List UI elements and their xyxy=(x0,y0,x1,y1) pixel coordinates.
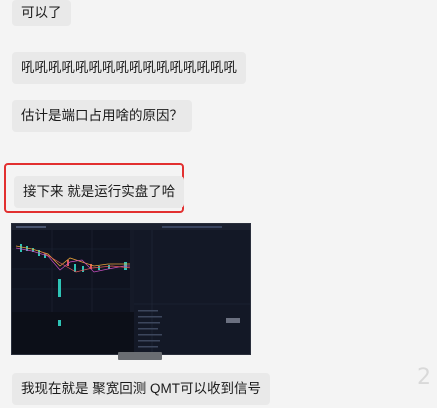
thumbnail-caption-bar xyxy=(118,352,162,360)
message-bubble[interactable]: 可以了 xyxy=(12,0,71,26)
message-bubble[interactable]: 估计是端口占用啥的原因？ xyxy=(12,100,192,132)
message-text: 可以了 xyxy=(21,5,62,20)
trading-chart-screenshot-icon xyxy=(12,224,250,354)
message-text: 我现在就是 聚宽回测 QMT可以收到信号 xyxy=(21,381,261,396)
image-message-thumbnail[interactable] xyxy=(11,223,251,355)
message-text: 接下来 就是运行实盘了哈 xyxy=(23,184,176,199)
watermark-icon: 2 xyxy=(417,365,431,390)
message-bubble[interactable]: 吼吼吼吼吼吼吼吼吼吼吼吼吼吼吼吼 xyxy=(12,52,246,84)
message-bubble[interactable]: 我现在就是 聚宽回测 QMT可以收到信号 xyxy=(12,373,270,405)
message-bubble-highlighted[interactable]: 接下来 就是运行实盘了哈 xyxy=(14,176,185,208)
message-text: 吼吼吼吼吼吼吼吼吼吼吼吼吼吼吼吼 xyxy=(21,60,237,75)
message-text: 估计是端口占用啥的原因？ xyxy=(21,108,183,123)
